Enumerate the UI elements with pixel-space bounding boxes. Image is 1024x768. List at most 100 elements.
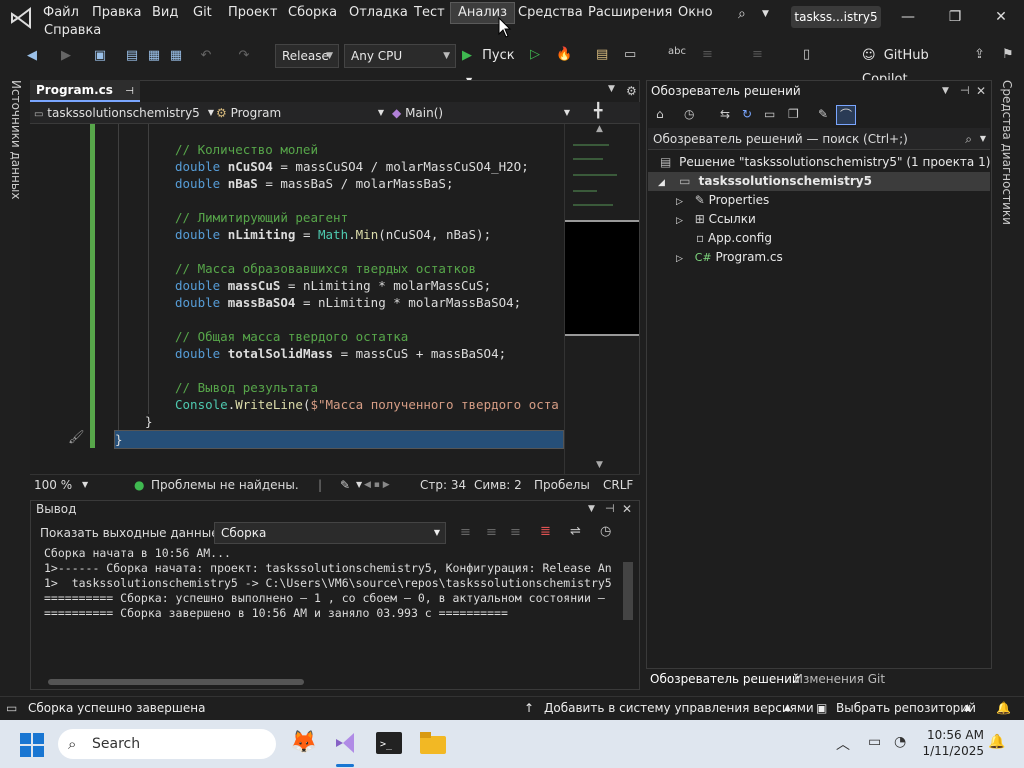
close-icon[interactable]: ✕ — [622, 502, 632, 516]
issues-status[interactable]: Проблемы не найдены. — [151, 476, 299, 494]
system-clock[interactable]: 10:56 AM 1/11/2025 — [918, 727, 984, 759]
notification-icon[interactable]: 🔔 — [988, 734, 1005, 750]
collapse-all-icon[interactable]: ▭ — [764, 107, 775, 121]
gear-icon[interactable]: ⚙ — [626, 84, 637, 98]
tab-solution-explorer[interactable]: Обозреватель решений — [650, 672, 800, 686]
notification-bell-icon[interactable]: 🔔 — [996, 697, 1011, 719]
sync-icon[interactable]: ⇆ — [720, 107, 730, 121]
taskbar-search-input[interactable]: ⌕ Search — [58, 729, 276, 759]
firefox-icon[interactable]: 🦊 — [290, 730, 317, 755]
new-project-icon[interactable]: ▣ — [92, 48, 108, 64]
menu-view[interactable]: Вид — [145, 3, 185, 23]
minimap-viewport[interactable] — [565, 220, 639, 336]
format-icon[interactable]: ≡ — [702, 47, 713, 62]
whitespace-mode[interactable]: Пробелы — [534, 476, 590, 494]
menu-test[interactable]: Тест — [407, 3, 452, 23]
show-all-files-icon[interactable]: ❐ — [788, 107, 799, 121]
minimap[interactable]: ▲ ▼ — [564, 124, 639, 474]
output-vertical-scrollbar[interactable] — [623, 562, 633, 620]
tree-item-program-cs[interactable]: ▷ C# Program.cs — [648, 248, 990, 267]
home-icon[interactable]: ⌂ — [656, 107, 664, 121]
terminal-icon[interactable]: >_ — [376, 732, 402, 754]
spellcheck-icon[interactable]: abc — [668, 46, 686, 57]
class-nav-select[interactable]: ⚙ Program ▼ — [216, 104, 384, 122]
file-explorer-icon[interactable] — [420, 732, 446, 754]
word-wrap-icon[interactable]: ⇌ — [570, 524, 581, 539]
volume-icon[interactable]: ◔ — [894, 734, 906, 750]
close-icon[interactable]: ✕ — [976, 84, 986, 98]
scroll-up-icon[interactable]: ▲ — [596, 124, 603, 134]
menu-project[interactable]: Проект — [221, 3, 284, 23]
next-message-icon[interactable]: ≡ — [510, 525, 521, 540]
minimize-button[interactable]: — — [893, 6, 923, 28]
start-button[interactable]: ▶ Пуск ▼ — [462, 44, 524, 85]
method-nav-select[interactable]: ◆ Main() ▼ — [392, 104, 570, 122]
scroll-down-icon[interactable]: ▼ — [596, 460, 603, 470]
chevron-down-icon[interactable]: ▼ — [82, 476, 88, 494]
clock-icon[interactable]: ◷ — [600, 524, 611, 539]
share-icon[interactable]: ⇪ — [974, 47, 985, 62]
history-icon[interactable]: ◷ — [684, 107, 694, 121]
chevron-up-icon[interactable]: ▲ — [784, 697, 791, 719]
chevron-down-icon[interactable]: ▼ — [608, 84, 615, 94]
tree-solution[interactable]: ▤ Решение "taskssolutionschemistry5" (1 … — [648, 153, 990, 172]
clear-all-icon[interactable]: ≣ — [540, 524, 551, 539]
properties-wrench-icon[interactable]: ✎ — [818, 107, 828, 121]
bookmark-icon[interactable]: ▯ — [803, 47, 810, 62]
menu-tools[interactable]: Средства — [511, 3, 590, 23]
chevron-up-icon[interactable]: ︿ — [836, 734, 850, 754]
save-icon[interactable]: ▦ — [146, 48, 162, 64]
menu-file[interactable]: Файл — [36, 3, 86, 23]
forward-icon[interactable]: ▶ — [58, 48, 74, 64]
chevron-down-icon[interactable]: ▼ — [588, 504, 595, 514]
pin-icon[interactable]: ⊣ — [125, 86, 134, 97]
maximize-button[interactable]: ❐ — [940, 6, 970, 28]
windows-start-icon[interactable] — [20, 733, 44, 757]
hot-reload-icon[interactable]: 🔥 — [556, 47, 572, 62]
menu-help[interactable]: Справка — [37, 21, 108, 41]
configuration-select[interactable]: Release ▼ — [275, 44, 339, 68]
network-icon[interactable]: ▭ — [868, 734, 881, 750]
comment-icon[interactable]: ≡ — [752, 47, 763, 62]
add-to-source-control[interactable]: Добавить в систему управления версиями — [544, 697, 814, 719]
line-number[interactable]: Стр: 34 — [420, 476, 466, 494]
preview-icon[interactable]: ⌒ — [836, 105, 856, 125]
data-sources-tab[interactable]: Источники данных — [9, 80, 23, 199]
quick-actions-icon[interactable]: 🖌 — [68, 430, 85, 445]
undo-icon[interactable]: ↶ — [198, 48, 214, 64]
chevron-down-icon[interactable]: ▼ — [356, 476, 362, 494]
back-icon[interactable]: ◀ — [24, 48, 40, 64]
tree-item-references[interactable]: ▷ ⊞ Ссылки — [648, 210, 990, 229]
output-text-area[interactable]: Сборка начата в 10:56 AM... 1>------ Сбо… — [44, 546, 620, 668]
pin-icon[interactable]: ⊣ — [605, 502, 615, 515]
start-without-debugging-icon[interactable]: ▷ — [530, 47, 540, 62]
split-editor-icon[interactable]: ╋ — [594, 103, 602, 119]
project-nav-select[interactable]: ▭ taskssolutionschemistry5 ▼ — [34, 104, 214, 122]
tab-program-cs[interactable]: Program.cs ⊣ ✕ — [30, 80, 140, 119]
menu-extensions[interactable]: Расширения — [581, 3, 679, 23]
refresh-icon[interactable]: ↻ — [742, 107, 752, 121]
menu-debug[interactable]: Отладка — [342, 3, 415, 23]
diagnostic-tools-tab[interactable]: Средства диагностики — [1000, 80, 1014, 225]
output-source-select[interactable]: Сборка ▼ — [214, 522, 446, 544]
redo-icon[interactable]: ↷ — [236, 48, 252, 64]
select-repository[interactable]: Выбрать репозиторий — [836, 697, 976, 719]
platform-select[interactable]: Any CPU ▼ — [344, 44, 456, 68]
tree-item-app-config[interactable]: ▫ App.config — [648, 229, 990, 248]
tree-project[interactable]: ◢ ▭ taskssolutionschemistry5 — [648, 172, 990, 191]
layout-icon[interactable]: ▭ — [624, 47, 636, 62]
prev-message-icon[interactable]: ≡ — [486, 525, 497, 540]
tree-item-properties[interactable]: ▷ ✎ Properties — [648, 191, 990, 210]
pin-icon[interactable]: ⊣ — [960, 84, 970, 97]
output-horizontal-scrollbar[interactable] — [48, 679, 304, 685]
zoom-level[interactable]: 100 % — [34, 476, 72, 494]
github-copilot-button[interactable]: ☺ GitHub Copilot — [862, 44, 972, 87]
cleanup-icon[interactable]: ✎ — [340, 476, 350, 494]
visual-studio-taskbar-icon[interactable] — [332, 730, 358, 756]
line-ending[interactable]: CRLF — [603, 476, 633, 494]
visual-studio-logo-icon[interactable] — [8, 6, 36, 30]
menu-edit[interactable]: Правка — [85, 3, 148, 23]
code-text-area[interactable]: // Количество молей double nCuSO4 = mass… — [30, 124, 564, 474]
search-icon[interactable]: ⌕ — [738, 6, 746, 22]
close-button[interactable]: ✕ — [986, 6, 1016, 28]
